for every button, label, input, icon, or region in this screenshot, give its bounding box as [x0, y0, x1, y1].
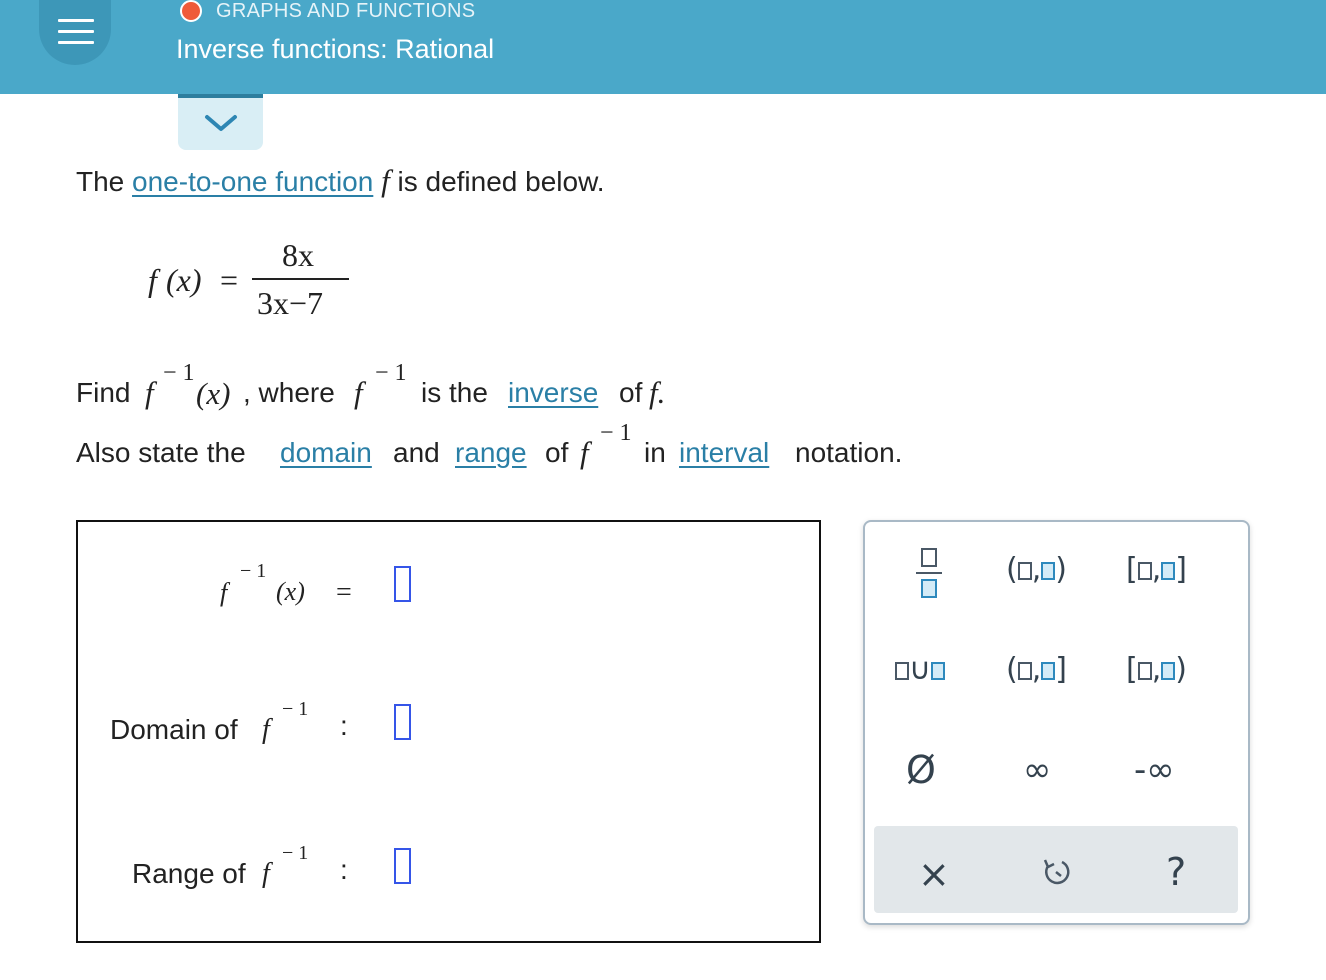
- domain-sup: − 1: [282, 698, 309, 720]
- lesson-title: Inverse functions: Rational: [176, 34, 495, 64]
- close-icon[interactable]: ×: [918, 852, 950, 896]
- answer-box: f − 1 (x) = Domain of f − 1 : Range of f…: [76, 520, 821, 943]
- interval-link[interactable]: interval: [679, 437, 769, 469]
- fraction-denominator-slot: [921, 579, 937, 598]
- inverse-function-input[interactable]: [394, 566, 411, 602]
- find-where: , where: [243, 377, 335, 408]
- intro-suffix: is defined below.: [397, 166, 605, 197]
- fraction-numerator-slot: [921, 548, 937, 567]
- row1-f: f: [220, 578, 228, 607]
- domain-input[interactable]: [394, 704, 411, 740]
- find-arg: (x): [196, 376, 231, 411]
- def-f: f: [148, 262, 157, 298]
- open-open-interval-button[interactable]: (,): [1006, 552, 1067, 587]
- find-f: f: [145, 375, 154, 410]
- collapse-button[interactable]: [178, 94, 263, 150]
- def-denominator: 3x−7: [257, 285, 324, 321]
- also-of: of: [545, 437, 569, 468]
- domain-label: Domain of: [110, 714, 238, 745]
- fraction-button[interactable]: [914, 546, 944, 604]
- undo-arrow-icon: [1043, 859, 1070, 885]
- find-word: Find: [76, 377, 131, 408]
- range-colon: :: [340, 854, 348, 885]
- closed-open-interval-button[interactable]: [,): [1126, 652, 1187, 687]
- one-to-one-function-link[interactable]: one-to-one function: [132, 166, 373, 197]
- empty-set-button[interactable]: Ø: [906, 748, 936, 792]
- find-end-f: f.: [649, 375, 666, 410]
- row1-sup: − 1: [240, 560, 267, 582]
- find-sup: − 1: [163, 360, 195, 386]
- problem-intro: The one-to-one function f is defined bel…: [76, 163, 605, 199]
- def-arg-text: (x): [166, 262, 202, 298]
- open-closed-interval-button[interactable]: (,]: [1006, 652, 1067, 687]
- closed-closed-interval-button[interactable]: [,]: [1126, 552, 1187, 587]
- find-is-the: is the: [421, 377, 488, 408]
- range-input[interactable]: [394, 848, 411, 884]
- also-f: f: [580, 435, 589, 470]
- function-f: f: [381, 163, 390, 198]
- domain-link[interactable]: domain: [280, 437, 372, 469]
- negative-infinity-button[interactable]: -∞: [1134, 750, 1175, 790]
- also-notation: notation.: [795, 437, 903, 468]
- find-of: of: [619, 377, 643, 408]
- domain-colon: :: [340, 710, 348, 741]
- find-sup2: − 1: [375, 360, 407, 386]
- inverse-link[interactable]: inverse: [508, 377, 598, 409]
- range-sup: − 1: [282, 842, 309, 864]
- find-f2: f: [354, 375, 363, 410]
- help-icon[interactable]: ?: [1166, 850, 1186, 894]
- def-numerator: 8x: [282, 237, 314, 273]
- range-label: Range of: [132, 858, 246, 889]
- chevron-down-icon: [205, 115, 237, 131]
- row1-equals: =: [336, 577, 352, 608]
- also-in: in: [644, 437, 666, 468]
- fraction-bar: [252, 278, 349, 280]
- undo-icon[interactable]: [1040, 856, 1072, 893]
- also-sup: − 1: [600, 420, 632, 446]
- row1-arg: (x): [276, 577, 305, 606]
- range-f: f: [262, 858, 270, 889]
- topic-row: GRAPHS AND FUNCTIONS: [180, 0, 475, 22]
- domain-f: f: [262, 714, 270, 745]
- union-button[interactable]: ∪: [895, 652, 945, 687]
- header-bar: GRAPHS AND FUNCTIONS Inverse functions: …: [0, 0, 1326, 94]
- def-equals: =: [220, 262, 239, 298]
- topic-title: GRAPHS AND FUNCTIONS: [216, 0, 476, 22]
- status-dot: [180, 0, 202, 22]
- hamburger-menu-icon[interactable]: [39, 0, 111, 65]
- def-arg: (x): [166, 262, 202, 299]
- also-and: and: [393, 437, 440, 468]
- intro-text: The: [76, 166, 125, 197]
- infinity-button[interactable]: ∞: [1023, 750, 1051, 790]
- also-text: Also state the: [76, 437, 246, 468]
- range-link[interactable]: range: [455, 437, 527, 469]
- fraction-bar-icon: [916, 572, 942, 574]
